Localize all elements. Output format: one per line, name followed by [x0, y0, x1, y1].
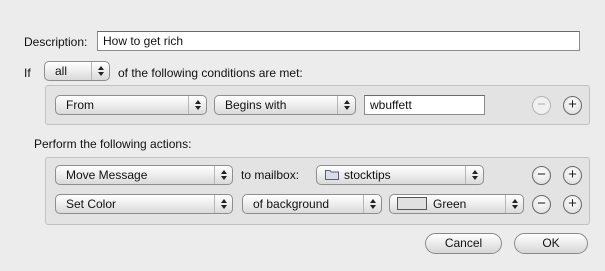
conditions-suffix: of the following conditions are met:	[118, 66, 303, 80]
match-popup[interactable]: all	[44, 61, 110, 81]
match-popup-value: all	[55, 64, 68, 78]
mailbox-popup[interactable]: stocktips	[316, 165, 484, 185]
color-popup[interactable]: Green	[389, 194, 524, 214]
description-field[interactable]: How to get rich	[97, 31, 580, 51]
remove-action-button[interactable]: −	[532, 166, 551, 185]
popup-arrows-icon	[214, 195, 232, 213]
popup-arrows-icon	[91, 62, 109, 80]
color-scope-value: of background	[253, 197, 330, 211]
description-label: Description:	[24, 35, 88, 49]
popup-arrows-icon	[465, 166, 483, 184]
add-action-button[interactable]: +	[563, 166, 582, 185]
add-action-button[interactable]: +	[563, 195, 582, 214]
remove-action-button[interactable]: −	[532, 195, 551, 214]
color-value: Green	[433, 197, 467, 211]
action-type-value: Set Color	[66, 197, 117, 211]
popup-arrows-icon	[188, 96, 206, 114]
action-type-value: Move Message	[66, 168, 148, 182]
popup-arrows-icon	[363, 195, 381, 213]
add-condition-button[interactable]: +	[563, 96, 582, 115]
action-type-popup[interactable]: Set Color	[55, 194, 233, 214]
mailbox-value: stocktips	[344, 168, 391, 182]
cancel-button[interactable]: Cancel	[425, 233, 502, 254]
remove-condition-button[interactable]: −	[532, 96, 551, 115]
condition-field-popup[interactable]: From	[55, 95, 207, 115]
popup-arrows-icon	[214, 166, 232, 184]
condition-value-field[interactable]: wbuffett	[364, 95, 485, 115]
condition-operator-value: Begins with	[225, 98, 287, 112]
condition-operator-popup[interactable]: Begins with	[214, 95, 356, 115]
condition-field-value: From	[66, 98, 94, 112]
rule-editor-dialog: Description: How to get rich If all of t…	[0, 0, 605, 271]
color-swatch-icon	[397, 197, 427, 211]
actions-label: Perform the following actions:	[34, 137, 192, 151]
folder-icon	[325, 169, 339, 180]
to-mailbox-label: to mailbox:	[241, 168, 300, 182]
ok-button[interactable]: OK	[514, 233, 588, 254]
if-label: If	[24, 66, 31, 80]
popup-arrows-icon	[505, 195, 523, 213]
action-type-popup[interactable]: Move Message	[55, 165, 233, 185]
popup-arrows-icon	[337, 96, 355, 114]
color-scope-popup[interactable]: of background	[242, 194, 382, 214]
